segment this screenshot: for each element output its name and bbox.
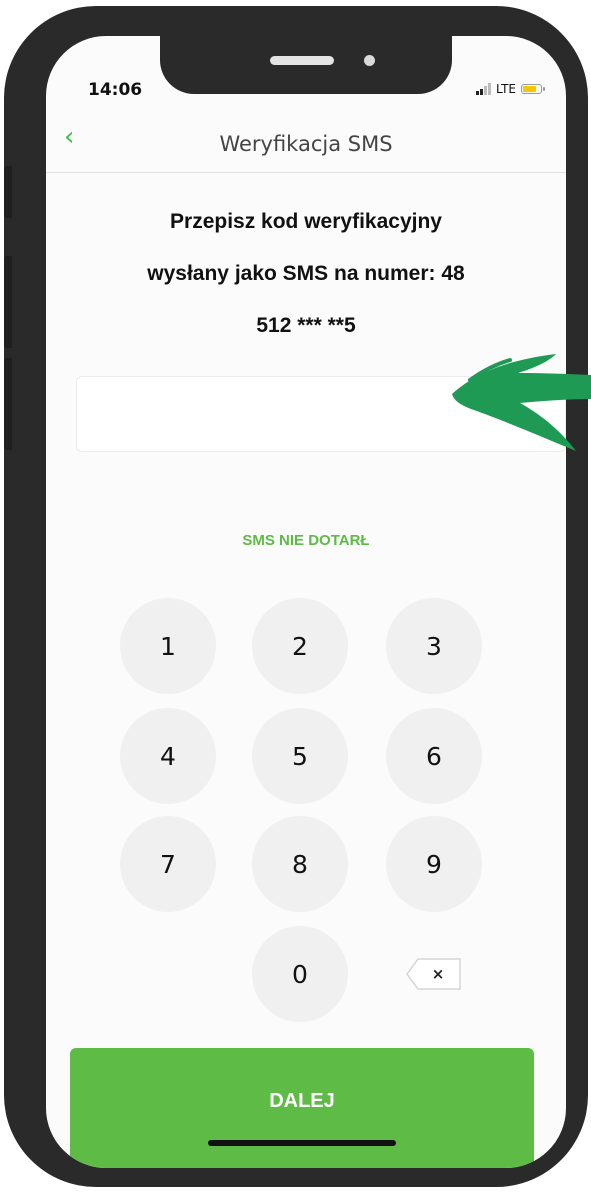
phone-frame: 14:06 LTE ‹ Weryfikacja SMS Przepisz kod…: [4, 6, 588, 1187]
top-header: ‹ Weryfikacja SMS: [46, 120, 566, 173]
keypad-key-1[interactable]: 1: [120, 598, 216, 694]
page-title: Weryfikacja SMS: [219, 132, 393, 156]
notch: [160, 36, 452, 94]
battery-icon: [521, 84, 545, 94]
home-indicator: [208, 1140, 396, 1146]
phone-number: 512 *** **5: [256, 314, 356, 337]
instruction-line-1: Przepisz kod weryfikacyjny: [170, 210, 442, 233]
speaker-grille: [270, 56, 334, 65]
keypad-key-8[interactable]: 8: [252, 816, 348, 912]
keypad-key-4[interactable]: 4: [120, 708, 216, 804]
front-camera: [364, 55, 375, 66]
keypad-key-9[interactable]: 9: [386, 816, 482, 912]
instruction-text: Przepisz kod weryfikacyjny wysłany jako …: [66, 196, 546, 352]
volume-down-button: [4, 358, 12, 450]
arrow-left-icon: [452, 354, 591, 451]
keypad-key-5[interactable]: 5: [252, 708, 348, 804]
status-time: 14:06: [88, 80, 143, 100]
keypad-key-6[interactable]: 6: [386, 708, 482, 804]
keypad-key-3[interactable]: 3: [386, 598, 482, 694]
battery-level: [523, 86, 537, 92]
volume-up-button: [4, 256, 12, 348]
signal-icon: [476, 83, 492, 95]
keypad-key-2[interactable]: 2: [252, 598, 348, 694]
next-button[interactable]: DALEJ: [70, 1048, 534, 1168]
close-icon: ×: [431, 965, 445, 983]
backspace-button[interactable]: ×: [406, 958, 462, 990]
network-label: LTE: [496, 82, 516, 96]
instruction-line-2: wysłany jako SMS na numer: 48: [147, 262, 465, 285]
keypad-key-7[interactable]: 7: [120, 816, 216, 912]
phone-screen: 14:06 LTE ‹ Weryfikacja SMS Przepisz kod…: [46, 36, 566, 1168]
status-indicators: LTE: [476, 82, 545, 96]
sms-not-received-link[interactable]: SMS NIE DOTARŁ: [46, 532, 566, 549]
keypad-key-0[interactable]: 0: [252, 926, 348, 1022]
mute-switch: [4, 166, 12, 218]
